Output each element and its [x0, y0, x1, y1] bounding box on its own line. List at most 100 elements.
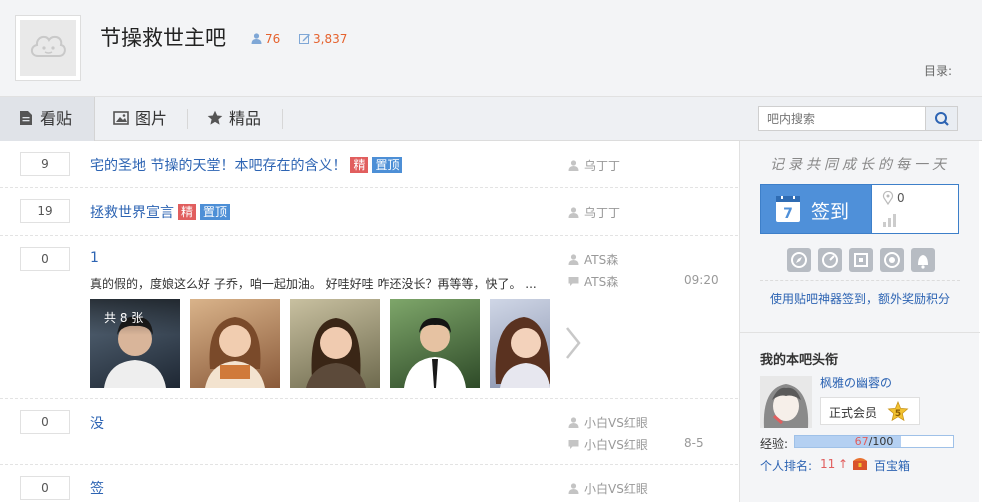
person-icon: [568, 207, 579, 218]
author-name: 乌丁丁: [584, 159, 621, 173]
tab-divider: [282, 109, 283, 129]
post-count-value: 3,837: [313, 32, 348, 46]
person-icon: [568, 483, 579, 494]
member-rank-badge[interactable]: 正式会员 5: [820, 397, 920, 425]
person-photo: [404, 317, 466, 388]
bar-chart-icon: [883, 214, 896, 227]
edit-icon: [299, 33, 310, 44]
treasure-chest-link[interactable]: 百宝箱: [874, 457, 910, 474]
location-pin-icon: [882, 191, 894, 205]
person-photo: [205, 317, 265, 388]
thread-image[interactable]: [490, 299, 550, 388]
person-icon: [251, 33, 262, 44]
thread-author[interactable]: 乌丁丁: [568, 157, 620, 174]
forum-avatar[interactable]: [15, 15, 81, 81]
person-photo: [306, 318, 366, 388]
sidebar-divider: [740, 332, 980, 333]
app-store-icon[interactable]: [849, 248, 873, 272]
search-button[interactable]: [925, 106, 958, 131]
experience-max: /100: [868, 435, 894, 448]
thread-item[interactable]: 19 拯救世界宣言精置顶 乌丁丁: [0, 188, 738, 236]
person-photo: [495, 317, 550, 388]
thread-title-row: 宅的圣地 节操的天堂！本吧存在的含义！精置顶: [90, 155, 403, 175]
tab-featured[interactable]: 精品: [189, 97, 281, 141]
thread-title[interactable]: 没: [90, 413, 104, 433]
forum-title[interactable]: 节操救世主吧: [100, 22, 226, 52]
sign-in-count: 0: [897, 191, 905, 205]
thread-title[interactable]: 拯救世界宣言: [90, 205, 174, 221]
username[interactable]: 枫雅の幽蓉の: [820, 374, 892, 391]
thread-abstract: 真的假的，度娘这么好 子乔，咱一起加油。 好哇好哇 咋还没长？再等等，快了。 .…: [90, 277, 537, 291]
thread-item[interactable]: 0 没 小白VS红眼 小白VS红眼 8-5: [0, 399, 738, 465]
last-reply-time: 09:20: [684, 273, 719, 287]
last-reply-author[interactable]: ATS森: [568, 273, 618, 290]
thread-item[interactable]: 9 宅的圣地 节操的天堂！本吧存在的含义！精置顶 乌丁丁: [0, 141, 738, 188]
thread-image[interactable]: [390, 299, 480, 388]
personal-rank-label: 个人排名:: [760, 459, 813, 473]
thread-image[interactable]: [290, 299, 380, 388]
forum-header: 节操救世主吧 76 3,837 目录:: [0, 0, 982, 97]
experience-text: 67/100: [795, 435, 953, 448]
post-count[interactable]: 3,837: [299, 32, 347, 46]
last-reply-name: ATS森: [584, 275, 619, 289]
target-icon[interactable]: [880, 248, 904, 272]
thread-author[interactable]: ATS森: [568, 251, 618, 268]
search-input[interactable]: [758, 106, 926, 131]
reply-count: 19: [20, 199, 70, 223]
thread-item[interactable]: 0 签 小白VS红眼: [0, 465, 738, 502]
sign-in-button[interactable]: 7 签到: [760, 184, 872, 234]
tab-posts[interactable]: 看贴: [0, 97, 95, 141]
tab-divider: [187, 109, 188, 129]
thread-title-row: 拯救世界宣言精置顶: [90, 202, 231, 222]
treasure-chest-icon[interactable]: [852, 455, 868, 471]
last-reply-author[interactable]: 小白VS红眼: [568, 436, 648, 453]
thread-author[interactable]: 小白VS红眼: [568, 414, 648, 431]
featured-badge: 精: [178, 204, 197, 220]
sign-tool-link[interactable]: 使用贴吧神器签到，额外奖励积分: [740, 290, 980, 307]
reply-count: 0: [20, 410, 70, 434]
sign-in-stats: 0: [871, 184, 959, 234]
member-rank: 正式会员: [829, 406, 878, 420]
reply-count: 0: [20, 247, 70, 271]
thread-author[interactable]: 乌丁丁: [568, 204, 620, 221]
bell-icon[interactable]: [911, 248, 935, 272]
pinned-badge: 置顶: [200, 204, 231, 220]
experience-bar: 67/100: [794, 435, 954, 448]
tab-pictures[interactable]: 图片: [95, 97, 187, 141]
member-count[interactable]: 76: [251, 32, 280, 46]
rank-up-arrow: ↑: [838, 457, 849, 471]
level-number: 5: [895, 409, 901, 419]
member-count-value: 76: [265, 32, 281, 46]
search-icon: [935, 112, 949, 126]
comment-icon: [568, 439, 579, 450]
calendar-icon: 7: [776, 194, 800, 222]
svg-text:7: 7: [783, 206, 793, 222]
sign-in-label: 签到: [811, 201, 850, 223]
speedometer-icon[interactable]: [818, 248, 842, 272]
reply-count: 9: [20, 152, 70, 176]
user-avatar[interactable]: [760, 376, 812, 428]
pinned-badge: 置顶: [372, 157, 403, 173]
anime-avatar-image: [760, 376, 812, 428]
next-image-button[interactable]: [560, 323, 586, 363]
thread-image[interactable]: [190, 299, 280, 388]
experience-label: 经验:: [760, 437, 789, 451]
tab-label: 图片: [135, 109, 168, 128]
thread-author[interactable]: 小白VS红眼: [568, 480, 648, 497]
person-icon: [568, 254, 579, 265]
sidebar-divider: [760, 280, 960, 281]
featured-badge: 精: [350, 157, 369, 173]
sidebar-slogan: 记录共同成长的每一天: [770, 157, 950, 173]
thread-image[interactable]: 共 8 张: [90, 299, 180, 388]
compass-icon[interactable]: [787, 248, 811, 272]
chevron-right-icon: [566, 327, 581, 359]
person-icon: [568, 417, 579, 428]
thread-title[interactable]: 1: [90, 250, 99, 266]
directory-link[interactable]: 目录:: [924, 62, 952, 79]
image-count-label: 共 8 张: [90, 299, 180, 335]
thread-title[interactable]: 签: [90, 478, 104, 498]
thread-title[interactable]: 宅的圣地 节操的天堂！本吧存在的含义！: [90, 158, 346, 174]
star-icon: [207, 99, 223, 125]
tab-label: 看贴: [40, 109, 73, 128]
last-reply-time: 8-5: [684, 436, 704, 450]
